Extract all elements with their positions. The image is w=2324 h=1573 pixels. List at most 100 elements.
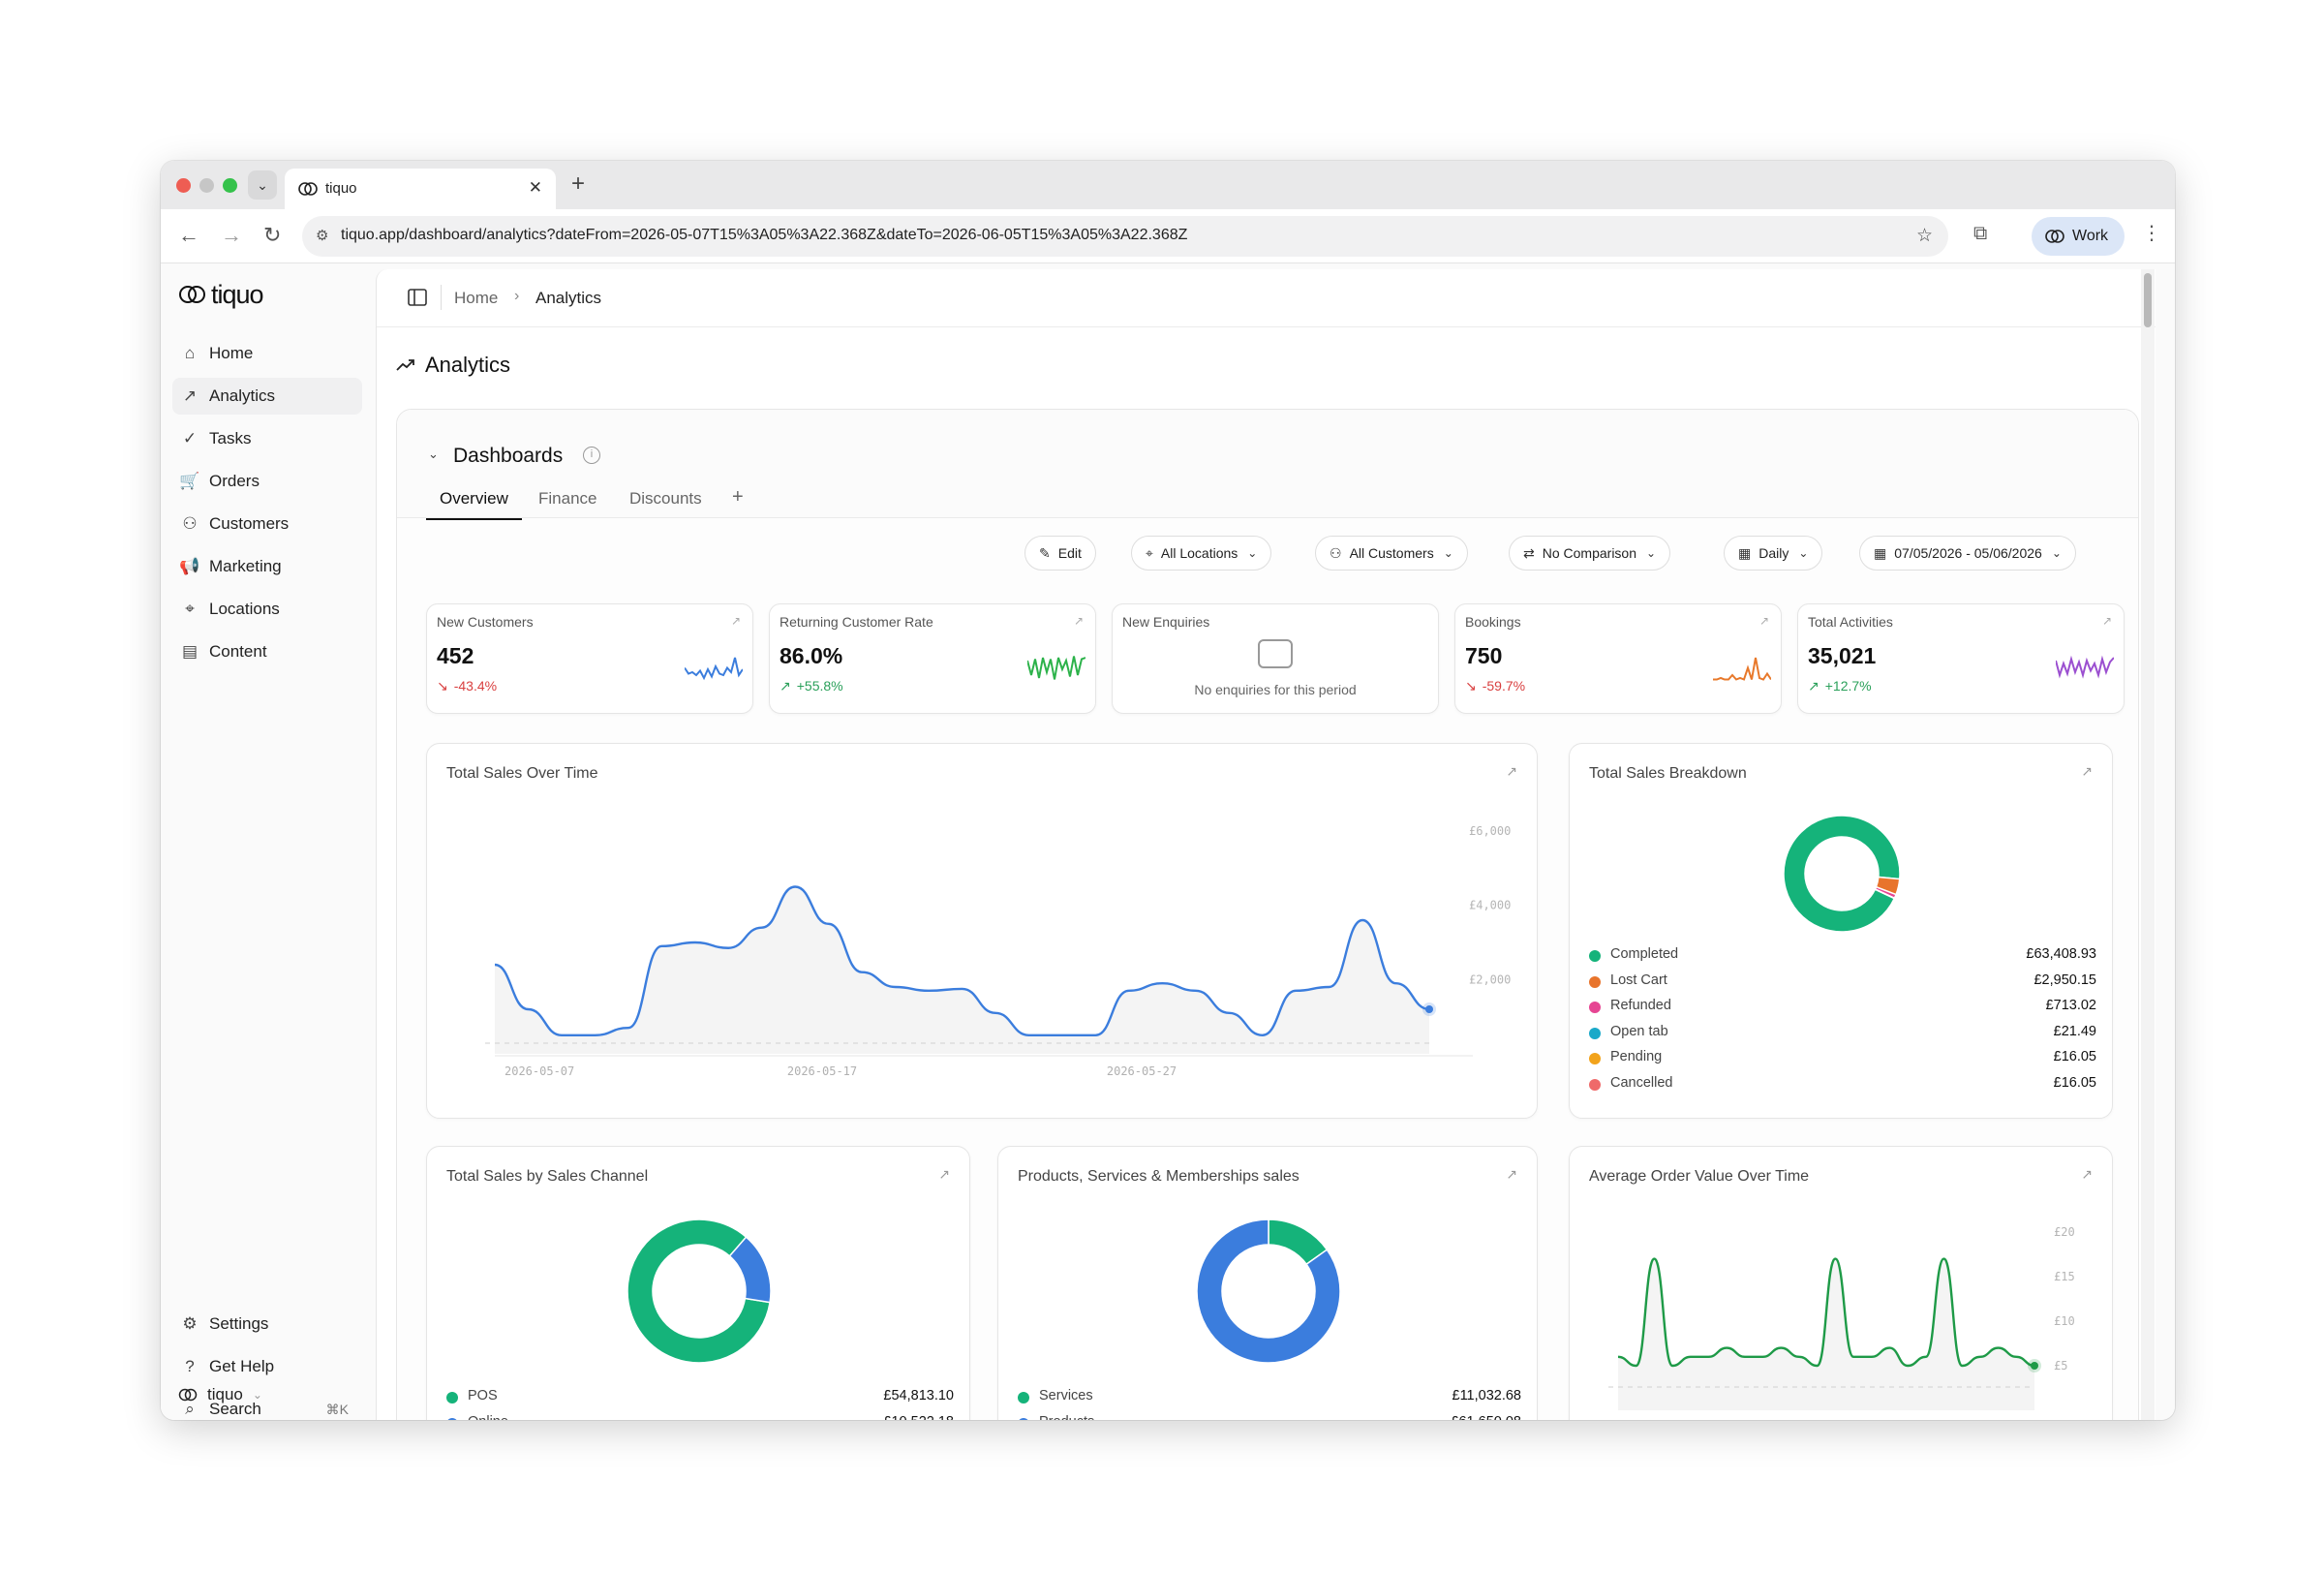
expand-arrow-icon[interactable]: ↗	[1074, 614, 1084, 628]
sidebar-item-marketing[interactable]: 📢 Marketing	[172, 548, 362, 585]
comparison-filter[interactable]: ⇄ No Comparison ⌄	[1509, 536, 1671, 571]
date-range-filter[interactable]: ▦ 07/05/2026 - 05/06/2026 ⌄	[1859, 536, 2076, 571]
extensions-icon[interactable]: ⧉	[1973, 224, 1987, 243]
close-tab-icon[interactable]: ✕	[529, 178, 542, 198]
brand-logo[interactable]: tiquo	[178, 279, 264, 310]
sidebar-item-search[interactable]: ⌕ Search ⌘K	[172, 1391, 362, 1420]
breadcrumb-home[interactable]: Home	[454, 289, 498, 308]
maximize-window-button[interactable]	[223, 178, 237, 193]
browser-tab-title: tiquo	[325, 180, 357, 197]
kpi-card-new-enquiries[interactable]: New Enquiries No enquiries for this perio…	[1112, 603, 1439, 714]
interval-filter[interactable]: ▦ Daily ⌄	[1724, 536, 1823, 571]
chevron-down-icon: ⌄	[1646, 546, 1657, 560]
browser-tab[interactable]: tiquo ✕	[285, 169, 556, 209]
tiquo-favicon-icon	[298, 182, 318, 196]
edit-button[interactable]: ✎ Edit	[1024, 536, 1096, 571]
chevron-down-icon: ⌄	[1798, 546, 1809, 560]
kpi-title: Total Activities	[1808, 614, 1893, 630]
tab-list-chevron-icon[interactable]: ⌄	[248, 170, 277, 200]
tab-discounts[interactable]: Discounts	[629, 489, 702, 518]
legend-label: Services	[1039, 1388, 1093, 1403]
tab-finance[interactable]: Finance	[538, 489, 596, 518]
reload-icon[interactable]: ↻	[263, 225, 281, 246]
minimize-window-button[interactable]	[199, 178, 214, 193]
kpi-card-new-customers[interactable]: New Customers ↗ 452 ↘ -43.4%	[426, 603, 753, 714]
expand-arrow-icon[interactable]: ↗	[2102, 614, 2112, 628]
card-title: Total Sales Breakdown	[1589, 765, 1747, 782]
forward-arrow-icon[interactable]: →	[221, 225, 242, 246]
add-tab-icon[interactable]: +	[732, 486, 744, 518]
sidebar-item-tasks[interactable]: ✓ Tasks	[172, 420, 362, 457]
info-icon[interactable]: i	[583, 447, 600, 464]
legend-label: Open tab	[1610, 1023, 1668, 1039]
expand-arrow-icon[interactable]: ↗	[731, 614, 741, 628]
browser-menu-icon[interactable]: ⋮	[2142, 224, 2161, 243]
sidebar-item-label: Analytics	[209, 386, 276, 405]
legend-item-pending[interactable]: Pending £16.05	[1589, 1046, 2096, 1071]
browser-window: ⌄ tiquo ✕ + ← → ↻ ⚙ tiquo.app/dashboard/…	[161, 161, 2175, 1420]
site-settings-icon[interactable]: ⚙	[316, 227, 328, 244]
products-services-card: Products, Services & Memberships sales ↗…	[997, 1146, 1538, 1420]
expand-arrow-icon[interactable]: ↗	[2081, 763, 2093, 780]
sidebar-toggle-icon[interactable]	[408, 289, 427, 306]
legend-item-cancelled[interactable]: Cancelled £16.05	[1589, 1072, 2096, 1097]
legend-item-completed[interactable]: Completed £63,408.93	[1589, 943, 2096, 969]
customers-filter[interactable]: ⚇ All Customers ⌄	[1315, 536, 1468, 571]
sidebar-item-customers[interactable]: ⚇ Customers	[172, 506, 362, 542]
donut-slice-completed[interactable]	[1783, 815, 1901, 933]
sidebar-item-analytics[interactable]: ↗ Analytics	[172, 378, 362, 415]
kpi-sparkline	[685, 657, 743, 681]
tiquo-logo-icon	[179, 286, 205, 303]
sidebar-item-content[interactable]: ▤ Content	[172, 633, 362, 670]
last-point[interactable]	[2031, 1362, 2038, 1370]
legend-item-pos[interactable]: POS £54,813.10	[446, 1385, 954, 1410]
kpi-sparkline	[1027, 656, 1086, 680]
trending-up-icon: ↗	[780, 678, 791, 694]
sidebar-item-settings[interactable]: ⚙ Settings	[172, 1306, 362, 1342]
tab-overview[interactable]: Overview	[426, 489, 522, 520]
comparison-label: No Comparison	[1542, 545, 1636, 561]
help-icon: ?	[185, 1357, 195, 1375]
pencil-icon: ✎	[1039, 544, 1051, 561]
close-window-button[interactable]	[176, 178, 191, 193]
legend-dot	[1589, 1053, 1601, 1064]
expand-arrow-icon[interactable]: ↗	[938, 1166, 950, 1183]
scrollbar-thumb[interactable]	[2144, 273, 2152, 327]
sidebar-item-label: Customers	[209, 514, 290, 533]
kpi-title: New Customers	[437, 614, 534, 630]
new-tab-icon[interactable]: +	[571, 170, 585, 198]
legend-item-lost-cart[interactable]: Lost Cart £2,950.15	[1589, 970, 2096, 995]
legend-item-products[interactable]: Products £61,650.08	[1018, 1411, 1521, 1420]
collapse-chevron-icon[interactable]: ⌄	[428, 447, 439, 462]
kpi-card-returning-customer-rate[interactable]: Returning Customer Rate ↗ 86.0% ↗ +55.8%	[769, 603, 1096, 714]
kpi-delta-value: +55.8%	[796, 678, 843, 694]
expand-arrow-icon[interactable]: ↗	[2081, 1166, 2093, 1183]
legend-item-services[interactable]: Services £11,032.68	[1018, 1385, 1521, 1410]
legend-value: £21.49	[2053, 1023, 2096, 1039]
legend-item-online[interactable]: Online £10,522.18	[446, 1411, 954, 1420]
sidebar-item-get-help[interactable]: ? Get Help	[172, 1348, 362, 1385]
kpi-card-total-activities[interactable]: Total Activities ↗ 35,021 ↗ +12.7%	[1797, 603, 2125, 714]
expand-arrow-icon[interactable]: ↗	[1506, 1166, 1517, 1183]
address-bar[interactable]: ⚙ tiquo.app/dashboard/analytics?dateFrom…	[302, 216, 1948, 257]
sparkline-line	[1713, 657, 1771, 681]
kpi-card-bookings[interactable]: Bookings ↗ 750 ↘ -59.7%	[1454, 603, 1782, 714]
page-title: Analytics	[425, 353, 511, 377]
sidebar-item-home[interactable]: ⌂ Home	[172, 335, 362, 372]
legend-item-refunded[interactable]: Refunded £713.02	[1589, 995, 2096, 1020]
bookmark-star-icon[interactable]: ☆	[1916, 225, 1933, 247]
scrollbar-track[interactable]	[2141, 269, 2155, 1420]
profile-button[interactable]: Work	[2032, 217, 2125, 256]
sidebar-item-locations[interactable]: ⌖ Locations	[172, 591, 362, 628]
expand-arrow-icon[interactable]: ↗	[1506, 763, 1517, 780]
legend-item-open-tab[interactable]: Open tab £21.49	[1589, 1021, 2096, 1046]
sidebar-item-orders[interactable]: 🛒 Orders	[172, 463, 362, 500]
trending-up-icon: ↗	[1808, 678, 1819, 694]
map-pin-icon: ⌖	[1146, 544, 1153, 561]
last-point[interactable]	[1425, 1005, 1433, 1013]
legend-dot	[446, 1392, 458, 1403]
locations-filter[interactable]: ⌖ All Locations ⌄	[1131, 536, 1272, 571]
back-arrow-icon[interactable]: ←	[178, 225, 199, 246]
message-square-icon	[1258, 639, 1293, 668]
expand-arrow-icon[interactable]: ↗	[1759, 614, 1769, 628]
